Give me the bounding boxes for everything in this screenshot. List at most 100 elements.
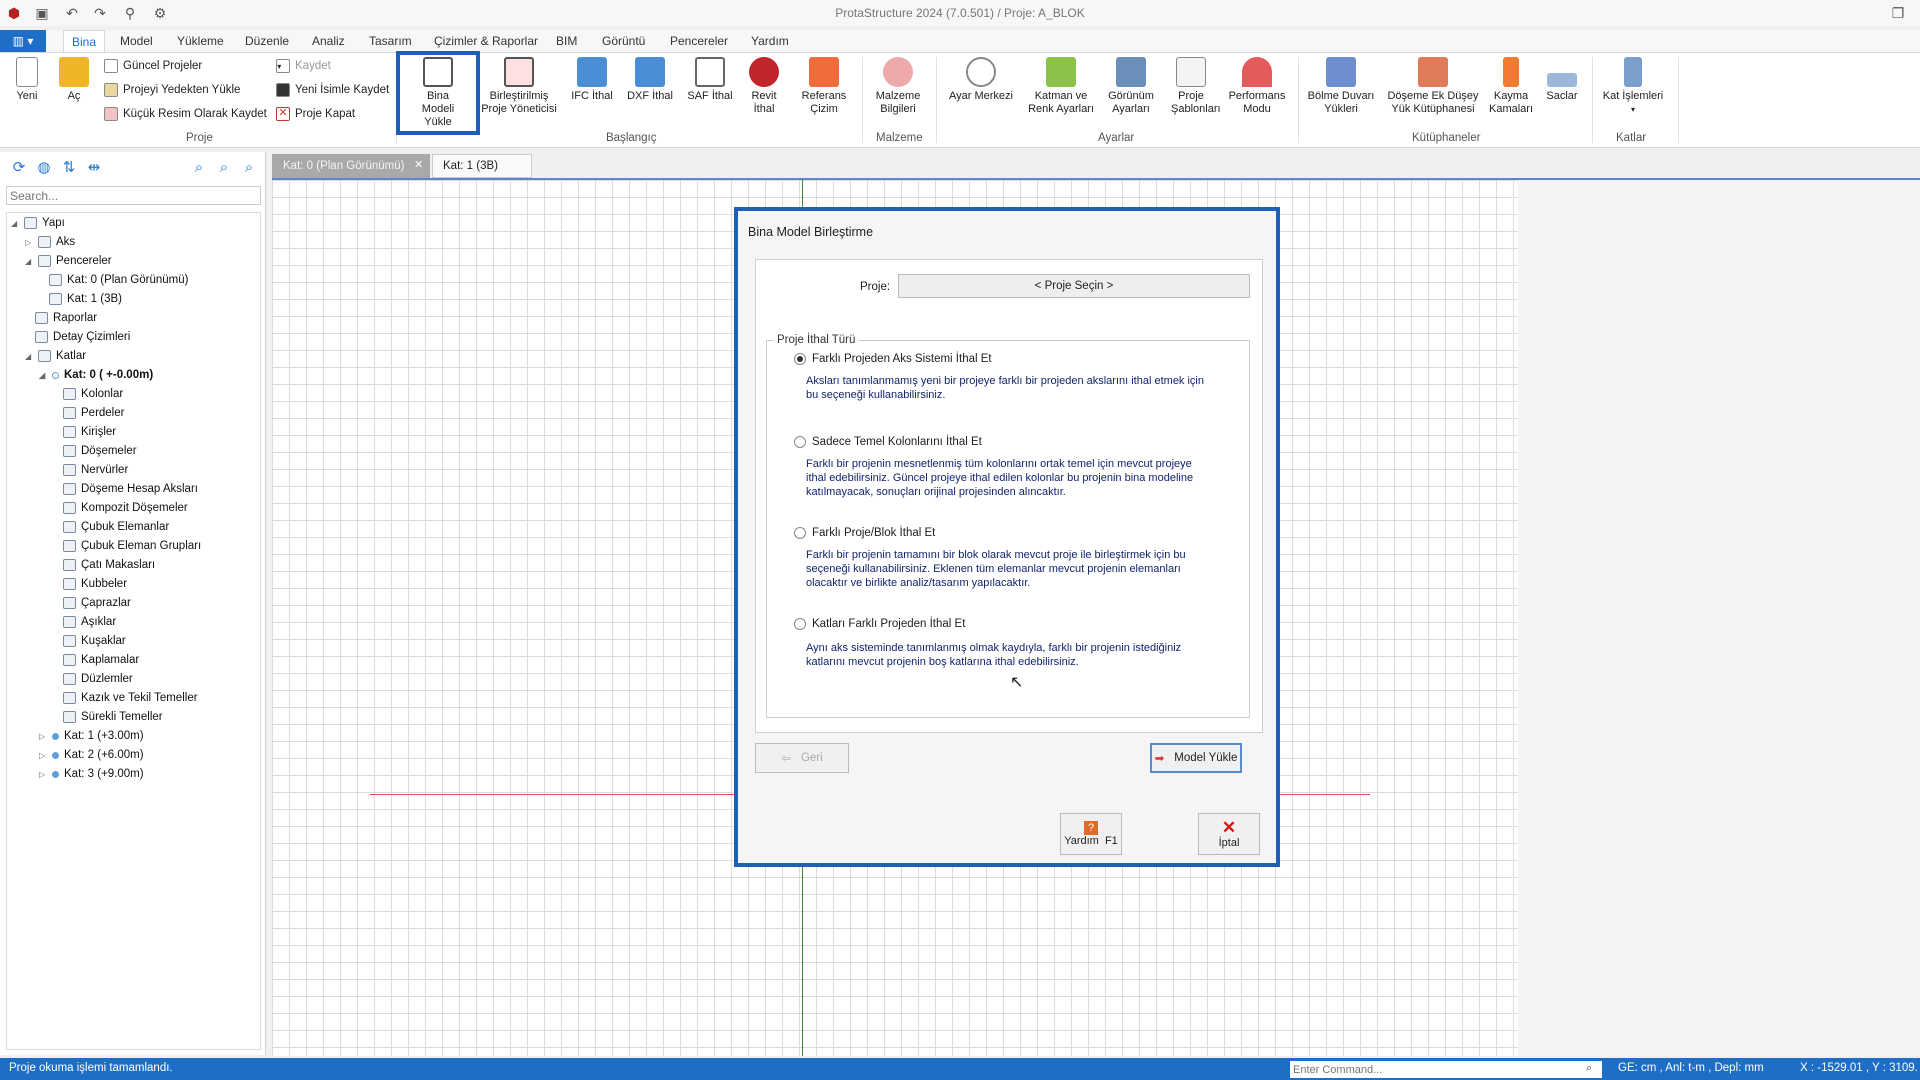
tree-node-win0[interactable]: Kat: 0 (Plan Görünümü) xyxy=(49,274,188,286)
tree-node-yapi[interactable]: ◢ Yapı xyxy=(11,217,65,229)
tree-node-kompozit[interactable]: Kompozit Döşemeler xyxy=(63,502,188,514)
collapse-icon[interactable]: ◢ xyxy=(11,219,19,228)
tree-node-dosemeler[interactable]: Döşemeler xyxy=(63,445,137,457)
back-button[interactable]: ⇦ Geri xyxy=(755,743,849,773)
view-settings-button[interactable]: Görünüm Ayarları xyxy=(1104,57,1158,116)
menu-duzenle[interactable]: Düzenle xyxy=(245,34,289,48)
load-backup-button[interactable]: Projeyi Yedekten Yükle xyxy=(104,83,240,97)
tree-node-surekli[interactable]: Sürekli Temeller xyxy=(63,711,163,723)
expand-icon[interactable]: ▷ xyxy=(39,770,47,779)
tree-node-floor3[interactable]: ▷ Kat: 3 (+9.00m) xyxy=(39,768,144,780)
sort-icon[interactable]: ⇅ xyxy=(60,158,78,176)
command-input[interactable] xyxy=(1290,1061,1602,1078)
tab-plan-view[interactable]: Kat: 0 (Plan Görünümü) xyxy=(272,154,430,178)
search-input[interactable] xyxy=(6,186,261,205)
tab-3d-view[interactable]: Kat: 1 (3B) xyxy=(432,154,532,178)
save-as-button[interactable]: Yeni İsimle Kaydet xyxy=(276,83,389,97)
load-model-button[interactable]: ➡ Model Yükle xyxy=(1150,743,1242,773)
tree-node-kusaklar[interactable]: Kuşaklar xyxy=(63,635,126,647)
globe-icon[interactable]: ◍ xyxy=(35,158,53,176)
expand-icon[interactable]: ▷ xyxy=(25,238,33,247)
tree-node-raporlar[interactable]: Raporlar xyxy=(35,312,97,324)
help-button[interactable]: ? Yardım F1 xyxy=(1060,813,1122,855)
tree-node-floor2[interactable]: ▷ Kat: 2 (+6.00m) xyxy=(39,749,144,761)
project-templates-button[interactable]: Proje Şablonları xyxy=(1164,57,1221,116)
menu-yardim[interactable]: Yardım xyxy=(751,34,789,48)
save-button[interactable]: Kaydet xyxy=(276,59,331,73)
menu-tasarim[interactable]: Tasarım xyxy=(369,34,412,48)
dxf-import-button[interactable]: DXF İthal xyxy=(624,57,676,103)
menu-goruntu[interactable]: Görüntü xyxy=(602,34,645,48)
collapse-icon[interactable]: ◢ xyxy=(39,371,47,380)
refresh-icon[interactable]: ⟳ xyxy=(10,158,28,176)
menu-yukleme[interactable]: Yükleme xyxy=(177,34,224,48)
tab-close-icon[interactable]: ✕ xyxy=(414,158,428,172)
tree-node-nervurler[interactable]: Nervürler xyxy=(63,464,128,476)
radio-axis-system[interactable] xyxy=(794,353,806,365)
new-button[interactable]: Yeni xyxy=(10,57,44,103)
tree-node-cubuk-gruplari[interactable]: Çubuk Eleman Grupları xyxy=(63,540,201,552)
slab-vertical-load-library-button[interactable]: Döşeme Ek Düşey Yük Kütüphanesi xyxy=(1382,57,1484,116)
tree-node-win1[interactable]: Kat: 1 (3B) xyxy=(49,293,122,305)
performance-mode-button[interactable]: Performans Modu xyxy=(1224,57,1290,116)
sheets-button[interactable]: Saclar xyxy=(1540,57,1584,103)
tree-node-doseme-hesap-akslari[interactable]: Döşeme Hesap Aksları xyxy=(63,483,198,495)
open-button[interactable]: Aç xyxy=(56,57,92,103)
search-icon[interactable]: ⌕ xyxy=(1586,1062,1592,1075)
tree-node-floor0[interactable]: ◢ Kat: 0 ( +-0.00m) xyxy=(39,369,153,381)
menu-cizimler[interactable]: Çizimler & Raporlar xyxy=(434,34,538,48)
close-project-button[interactable]: ✕ Proje Kapat xyxy=(276,107,355,121)
tree-node-aks[interactable]: ▷ Aks xyxy=(25,236,75,248)
settings-center-button[interactable]: Ayar Merkezi xyxy=(946,57,1016,103)
expand-icon[interactable]: ▷ xyxy=(39,732,47,741)
tree-node-perdeler[interactable]: Perdeler xyxy=(63,407,124,419)
merged-project-manager-button[interactable]: Birleştirilmiş Proje Yöneticisi xyxy=(478,57,560,116)
tree-node-katlar[interactable]: ◢ Katlar xyxy=(25,350,86,362)
menu-pencereler[interactable]: Pencereler xyxy=(670,34,728,48)
tree-node-cati[interactable]: Çatı Makasları xyxy=(63,559,155,571)
floor-operations-button[interactable]: Kat İşlemleri ▾ xyxy=(1598,57,1668,116)
tree-node-kazik[interactable]: Kazık ve Tekil Temeller xyxy=(63,692,198,704)
material-info-button[interactable]: Malzeme Bilgileri xyxy=(870,57,926,116)
option-project-block[interactable]: Farklı Proje/Blok İthal Et xyxy=(794,527,935,539)
zoom-in-icon[interactable]: ⌕ xyxy=(215,158,233,176)
radio-foundation-columns[interactable] xyxy=(794,436,806,448)
revit-import-button[interactable]: Revit İthal xyxy=(742,57,786,116)
tree-node-asiklar[interactable]: Aşıklar xyxy=(63,616,116,628)
tree-node-detay[interactable]: Detay Çizimleri xyxy=(35,331,130,343)
saf-import-button[interactable]: SAF İthal xyxy=(684,57,736,103)
shear-keys-button[interactable]: Kayma Kamaları xyxy=(1486,57,1536,116)
tree-node-kaplamalar[interactable]: Kaplamalar xyxy=(63,654,139,666)
menu-analiz[interactable]: Analiz xyxy=(312,34,345,48)
zoom-window-icon[interactable]: ⌕ xyxy=(190,158,208,176)
collapse-icon[interactable]: ◢ xyxy=(25,257,33,266)
menu-model[interactable]: Model xyxy=(120,34,153,48)
current-projects-button[interactable]: Güncel Projeler ▾ xyxy=(104,59,281,73)
save-thumbnail-button[interactable]: Küçük Resim Olarak Kaydet xyxy=(104,107,267,121)
tree-node-cubuk[interactable]: Çubuk Elemanlar xyxy=(63,521,169,533)
select-project-button[interactable]: < Proje Seçin > xyxy=(898,274,1250,298)
tree-node-pencereler[interactable]: ◢ Pencereler xyxy=(25,255,112,267)
tree-view[interactable]: ◢ Yapı ▷ Aks ◢ Pencereler Kat: 0 (Plan Görü… xyxy=(6,212,261,1050)
tree-node-kubbeler[interactable]: Kubbeler xyxy=(63,578,127,590)
tree-node-kirisler[interactable]: Kirişler xyxy=(63,426,116,438)
option-axis-system[interactable]: Farklı Projeden Aks Sistemi İthal Et xyxy=(794,353,992,365)
tree-node-duzlemler[interactable]: Düzlemler xyxy=(63,673,133,685)
partition-wall-loads-button[interactable]: Bölme Duvarı Yükleri xyxy=(1304,57,1378,116)
radio-import-floors[interactable] xyxy=(794,618,806,630)
tree-node-floor1[interactable]: ▷ Kat: 1 (+3.00m) xyxy=(39,730,144,742)
option-foundation-columns[interactable]: Sadece Temel Kolonlarını İthal Et xyxy=(794,436,982,448)
radio-project-block[interactable] xyxy=(794,527,806,539)
restore-icon[interactable]: ❐ xyxy=(1888,3,1908,23)
tree-node-kolonlar[interactable]: Kolonlar xyxy=(63,388,123,400)
zoom-out-icon[interactable]: ⌕ xyxy=(240,158,258,176)
reference-drawing-button[interactable]: Referans Çizim xyxy=(796,57,852,116)
cancel-button[interactable]: ✕ İptal xyxy=(1198,813,1260,855)
collapse-icon[interactable]: ◢ xyxy=(25,352,33,361)
ifc-import-button[interactable]: IFC İthal xyxy=(566,57,618,103)
expand-icon[interactable]: ▷ xyxy=(39,751,47,760)
layer-color-settings-button[interactable]: Katman ve Renk Ayarları xyxy=(1024,57,1098,116)
menu-bina[interactable]: Bina xyxy=(63,30,106,52)
tree-node-caprazlar[interactable]: Çaprazlar xyxy=(63,597,131,609)
file-menu-button[interactable]: ▥ ▾ xyxy=(0,30,46,52)
